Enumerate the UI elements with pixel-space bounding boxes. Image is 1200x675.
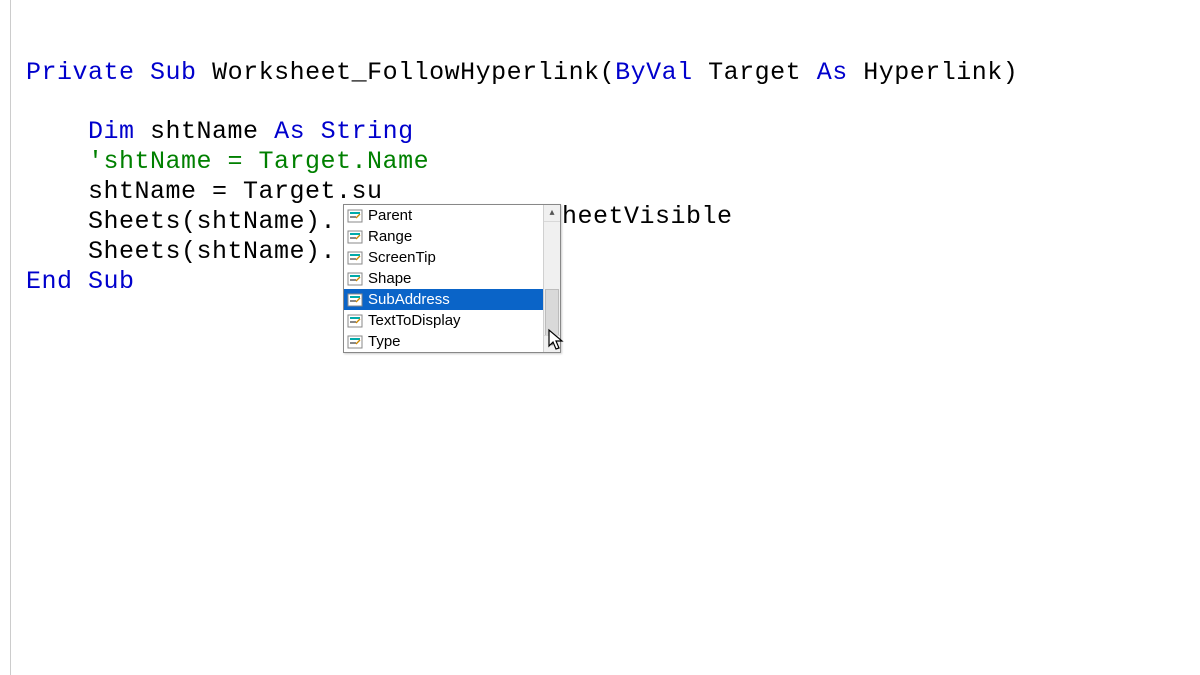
intellisense-item-subaddress[interactable]: SubAddress <box>344 289 560 310</box>
blank-line <box>26 88 1200 117</box>
intellisense-item-label: Shape <box>368 270 411 288</box>
intellisense-item-label: Type <box>368 333 401 351</box>
keyword: Private <box>26 58 135 87</box>
property-icon <box>347 229 363 245</box>
intellisense-item-texttodisplay[interactable]: TextToDisplay <box>344 310 560 331</box>
keyword: As <box>274 117 305 146</box>
scroll-down-arrow-icon[interactable]: ▾ <box>544 335 560 352</box>
intellisense-item-range[interactable]: Range <box>344 226 560 247</box>
scrollbar-thumb[interactable] <box>545 289 559 337</box>
scroll-up-arrow-icon[interactable]: ▴ <box>544 205 560 222</box>
intellisense-item-screentip[interactable]: ScreenTip <box>344 247 560 268</box>
keyword: ByVal <box>615 58 693 87</box>
intellisense-item-shape[interactable]: Shape <box>344 268 560 289</box>
keyword: Sub <box>73 267 135 296</box>
intellisense-item-label: Range <box>368 228 412 246</box>
keyword: End <box>26 267 73 296</box>
code-line: 'shtName = Target.Name <box>26 147 1200 177</box>
code-line: Dim shtName As String <box>26 117 1200 147</box>
code-text: Target <box>693 58 817 87</box>
scrollbar[interactable]: ▴ ▾ <box>543 205 560 352</box>
intellisense-item-label: TextToDisplay <box>368 312 461 330</box>
property-icon <box>347 313 363 329</box>
property-icon <box>347 334 363 350</box>
intellisense-item-label: ScreenTip <box>368 249 436 267</box>
keyword: String <box>305 117 414 146</box>
intellisense-item-parent[interactable]: Parent <box>344 205 560 226</box>
intellisense-item-label: SubAddress <box>368 291 450 309</box>
property-icon <box>347 271 363 287</box>
code-text: Hyperlink) <box>848 58 1019 87</box>
property-icon <box>347 250 363 266</box>
keyword: As <box>817 58 848 87</box>
intellisense-item-type[interactable]: Type <box>344 331 560 352</box>
intellisense-item-label: Parent <box>368 207 412 225</box>
code-text: shtName <box>135 117 275 146</box>
intellisense-popup[interactable]: Parent Range ScreenTip Shape SubAddress <box>343 204 561 353</box>
code-line: Private Sub Worksheet_FollowHyperlink(By… <box>26 58 1200 88</box>
code-line: Sheets(shtName). <box>26 237 1200 267</box>
code-editor-pane[interactable]: Private Sub Worksheet_FollowHyperlink(By… <box>10 0 1200 675</box>
code-text-partial: heetVisible <box>562 202 733 232</box>
keyword: Sub <box>150 58 197 87</box>
property-icon <box>347 208 363 224</box>
keyword: Dim <box>88 117 135 146</box>
comment: 'shtName = Target.Name <box>88 147 429 176</box>
code-line: End Sub <box>26 267 1200 297</box>
code-text: Worksheet_FollowHyperlink( <box>197 58 616 87</box>
intellisense-list[interactable]: Parent Range ScreenTip Shape SubAddress <box>344 205 560 352</box>
property-icon <box>347 292 363 308</box>
